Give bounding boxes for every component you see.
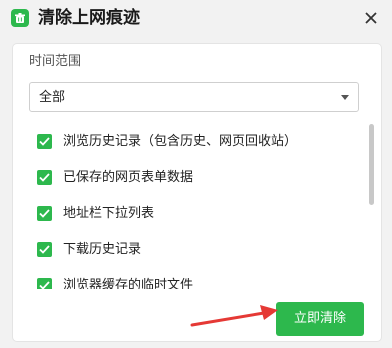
scrollbar-thumb[interactable] bbox=[369, 124, 374, 205]
title-bar: 清除上网痕迹 bbox=[0, 0, 392, 38]
time-range-select[interactable]: 全部 bbox=[29, 82, 359, 112]
checkbox[interactable] bbox=[37, 278, 52, 289]
options-scrollbar[interactable] bbox=[369, 124, 377, 284]
option-label: 下载历史记录 bbox=[63, 242, 142, 257]
options-list: 浏览历史记录（包含历史、网页回收站） 已保存的网页表单数据 地址栏下拉列表 下载… bbox=[13, 120, 381, 289]
time-range-label: 时间范围 bbox=[29, 54, 82, 69]
checkbox[interactable] bbox=[37, 206, 52, 221]
options-panel: 时间范围 全部 浏览历史记录（包含历史、网页回收站） 已保存的网页表单数据 地址… bbox=[12, 43, 382, 342]
check-icon bbox=[39, 245, 50, 254]
clear-now-button[interactable]: 立即清除 bbox=[276, 302, 364, 336]
check-icon bbox=[39, 137, 50, 146]
option-label: 浏览历史记录（包含历史、网页回收站） bbox=[63, 134, 298, 149]
dialog-title: 清除上网痕迹 bbox=[38, 8, 140, 28]
check-icon bbox=[39, 281, 50, 289]
checkbox[interactable] bbox=[37, 134, 52, 149]
check-icon bbox=[39, 209, 50, 218]
option-label: 地址栏下拉列表 bbox=[63, 206, 155, 221]
option-label: 浏览器缓存的临时文件 bbox=[63, 278, 194, 289]
checkbox[interactable] bbox=[37, 170, 52, 185]
check-icon bbox=[39, 173, 50, 182]
time-range-value: 全部 bbox=[39, 90, 66, 105]
close-button[interactable] bbox=[361, 8, 381, 28]
app-clean-icon bbox=[11, 9, 29, 27]
checkbox[interactable] bbox=[37, 242, 52, 257]
chevron-down-icon bbox=[341, 95, 349, 100]
option-label: 已保存的网页表单数据 bbox=[63, 170, 194, 185]
close-icon bbox=[365, 12, 377, 24]
annotation-arrow-icon bbox=[190, 305, 278, 327]
